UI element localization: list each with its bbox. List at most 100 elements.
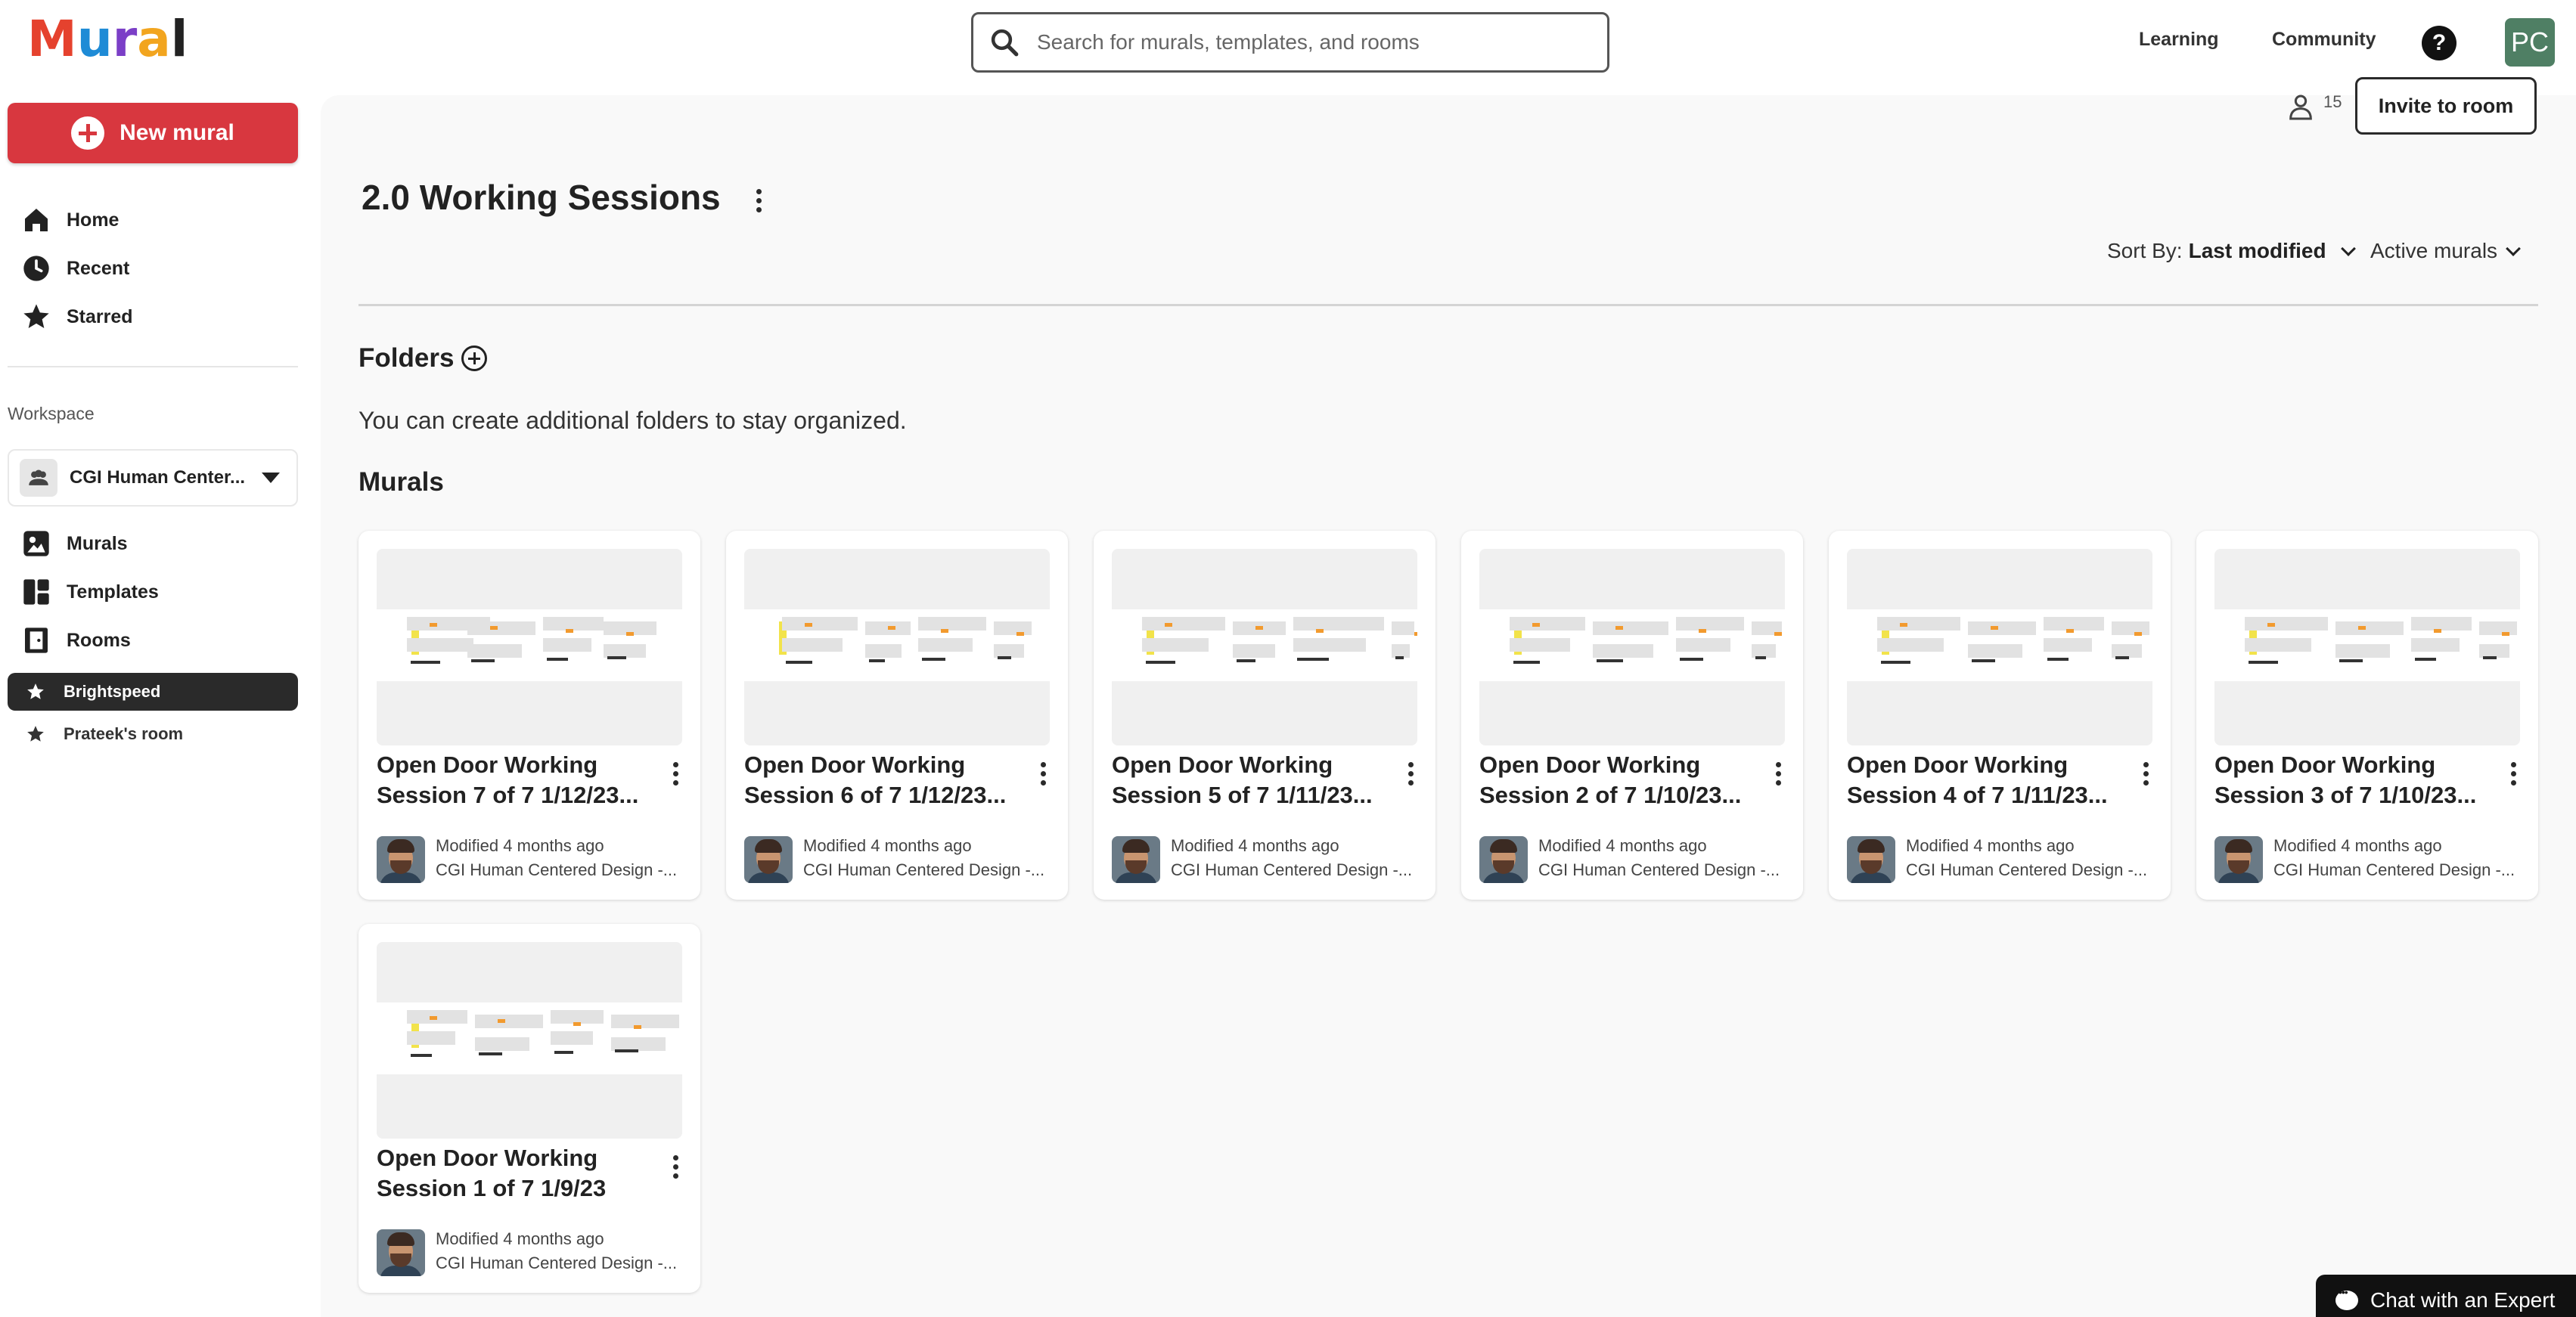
mural-card[interactable]: Open Door Working Session 4 of 7 1/11/23… [1829, 531, 2171, 900]
mural-card[interactable]: Open Door Working Session 2 of 7 1/10/23… [1461, 531, 1803, 900]
room-label: Prateek's room [64, 724, 184, 743]
person-icon [2289, 95, 2312, 120]
learning-link[interactable]: Learning [2139, 29, 2219, 51]
chat-with-expert-button[interactable]: Chat with an Expert [2316, 1275, 2576, 1317]
caret-down-icon [262, 473, 280, 483]
sidebar-item-home[interactable]: Home [21, 201, 119, 239]
mural-thumbnail[interactable] [1847, 549, 2152, 745]
sidebar-item-starred[interactable]: Starred [21, 298, 133, 336]
logo-letter: u [76, 10, 113, 68]
mural-filter-dropdown[interactable]: Active murals [2370, 239, 2521, 263]
workspace-selector[interactable]: CGI Human Center... [8, 449, 298, 507]
mural-options-icon[interactable] [673, 1155, 678, 1179]
sidebar-item-rooms[interactable]: Rooms [21, 621, 131, 659]
owner-avatar [1479, 836, 1528, 883]
modified-time: Modified 4 months ago [436, 1229, 604, 1248]
mural-title[interactable]: Open Door Working Session 5 of 7 1/11/23… [1112, 750, 1384, 810]
invite-to-room-button[interactable]: Invite to room [2355, 77, 2537, 135]
mural-options-icon[interactable] [2511, 762, 2516, 786]
mural-options-icon[interactable] [1408, 762, 1414, 786]
workspace-name: CGI Human Centered Design -... [436, 860, 678, 879]
chat-icon [2335, 1286, 2358, 1310]
owner-avatar [2214, 836, 2263, 883]
mural-title[interactable]: Open Door Working Session 3 of 7 1/10/23… [2214, 750, 2487, 810]
workspace-name: CGI Human Centered Design -... [803, 860, 1045, 879]
search-box[interactable] [971, 12, 1609, 73]
mural-options-icon[interactable] [1776, 762, 1781, 786]
owner-avatar [1112, 836, 1160, 883]
workspace-name: CGI Human Centered Design -... [1538, 860, 1780, 879]
sidebar-item-murals[interactable]: Murals [21, 525, 128, 562]
plus-icon [71, 116, 105, 150]
search-input[interactable] [1037, 30, 1581, 54]
sort-prefix: Sort By: [2107, 239, 2183, 262]
mural-thumbnail[interactable] [1479, 549, 1785, 745]
folders-empty-message: You can create additional folders to sta… [358, 407, 907, 434]
star-icon [23, 304, 49, 328]
user-avatar[interactable]: PC [2505, 18, 2555, 67]
logo-letter: r [112, 10, 138, 68]
mural-thumbnail[interactable] [2214, 549, 2520, 745]
workspace-name: CGI Human Centered Design -... [2273, 860, 2515, 879]
room-options-icon[interactable] [756, 189, 762, 212]
owner-avatar [377, 1229, 425, 1276]
rooms-icon [25, 628, 48, 653]
mural-title[interactable]: Open Door Working Session 1 of 7 1/9/23 [377, 1143, 649, 1204]
mural-options-icon[interactable] [2143, 762, 2149, 786]
member-count: 15 [2323, 92, 2342, 111]
sidebar: New mural Home Recent Starred Workspace … [0, 83, 318, 1317]
workspace-name: CGI Human Centered Design -... [1171, 860, 1413, 879]
workspace-name: CGI Human Centered Design -... [1906, 860, 2148, 879]
home-icon [25, 209, 48, 231]
mural-logo[interactable]: M u r a l [27, 10, 188, 68]
new-mural-button[interactable]: New mural [8, 103, 298, 163]
community-link[interactable]: Community [2272, 29, 2376, 51]
sidebar-item-label: Murals [67, 532, 128, 554]
sidebar-room-brightspeed[interactable]: Brightspeed [8, 673, 298, 711]
murals-heading: Murals [358, 467, 444, 497]
mural-card[interactable]: Open Door Working Session 6 of 7 1/12/23… [726, 531, 1068, 900]
modified-time: Modified 4 months ago [1906, 836, 2075, 855]
murals-icon [23, 531, 49, 556]
mural-options-icon[interactable] [673, 762, 678, 786]
search-icon [991, 29, 1019, 57]
sidebar-item-label: Rooms [67, 629, 131, 651]
team-icon [20, 459, 57, 497]
top-bar: M u r a l Learning Community ? PC [0, 0, 2576, 83]
workspace-label: Workspace [8, 404, 95, 423]
mural-title[interactable]: Open Door Working Session 2 of 7 1/10/23… [1479, 750, 1752, 810]
mural-thumbnail[interactable] [377, 549, 682, 745]
new-mural-label: New mural [119, 120, 234, 145]
logo-letter: M [27, 10, 77, 68]
sort-value: Last modified [2188, 239, 2326, 262]
mural-card[interactable]: Open Door Working Session 7 of 7 1/12/23… [358, 531, 700, 900]
star-icon [27, 683, 44, 699]
sidebar-item-label: Home [67, 209, 119, 231]
workspace-name: CGI Human Center... [70, 467, 246, 488]
modified-time: Modified 4 months ago [2273, 836, 2442, 855]
sidebar-item-recent[interactable]: Recent [21, 249, 129, 287]
mural-title[interactable]: Open Door Working Session 7 of 7 1/12/23… [377, 750, 649, 810]
modified-time: Modified 4 months ago [436, 836, 604, 855]
mural-title[interactable]: Open Door Working Session 6 of 7 1/12/23… [744, 750, 1016, 810]
mural-card[interactable]: Open Door Working Session 5 of 7 1/11/23… [1094, 531, 1435, 900]
templates-icon [23, 579, 49, 605]
room-members[interactable]: 15 [2286, 92, 2342, 122]
mural-thumbnail[interactable] [744, 549, 1050, 745]
modified-time: Modified 4 months ago [1538, 836, 1707, 855]
mural-thumbnail[interactable] [377, 942, 682, 1139]
owner-avatar [744, 836, 793, 883]
help-button[interactable]: ? [2422, 26, 2457, 60]
mural-options-icon[interactable] [1041, 762, 1046, 786]
sidebar-room-prateek[interactable]: Prateek's room [8, 715, 298, 753]
sidebar-item-templates[interactable]: Templates [21, 573, 159, 611]
mural-card[interactable]: Open Door Working Session 1 of 7 1/9/23 M… [358, 924, 700, 1293]
room-label: Brightspeed [64, 682, 161, 701]
mural-thumbnail[interactable] [1112, 549, 1417, 745]
sort-dropdown[interactable]: Sort By: Last modified [2107, 239, 2356, 263]
page-title: 2.0 Working Sessions [362, 178, 721, 217]
mural-title[interactable]: Open Door Working Session 4 of 7 1/11/23… [1847, 750, 2119, 810]
add-folder-icon[interactable] [461, 346, 488, 371]
workspace-name: CGI Human Centered Design -... [436, 1253, 678, 1272]
mural-card[interactable]: Open Door Working Session 3 of 7 1/10/23… [2196, 531, 2538, 900]
